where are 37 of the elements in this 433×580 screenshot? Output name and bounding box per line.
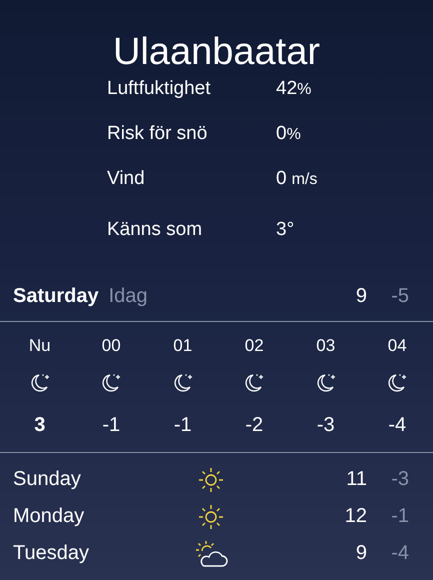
day-name: Saturday: [13, 285, 99, 308]
hour-label: 02: [244, 336, 264, 356]
hour-label: 04: [388, 336, 407, 356]
low-temperature: -1: [390, 505, 409, 528]
hour-label: 01: [173, 336, 192, 356]
sun-icon: [197, 466, 225, 494]
detail-label: Vind: [107, 167, 146, 191]
city-name: Ulaanbaatar: [112, 30, 322, 74]
detail-value: 42%: [276, 77, 312, 101]
low-temperature: -3: [390, 468, 409, 491]
hour-temperature: -1: [102, 414, 120, 437]
detail-label: Risk för snö: [107, 122, 208, 146]
sun-icon: [197, 502, 225, 530]
detail-value: 0%: [276, 122, 302, 146]
hour-label: 03: [316, 336, 336, 356]
hour-label: Nu: [28, 336, 51, 356]
low-temperature: -4: [390, 542, 409, 565]
detail-label: Känns som: [107, 218, 204, 242]
hour-temperature: -2: [245, 414, 264, 437]
high-temperature: 9: [354, 542, 367, 565]
detail-label: Luftfuktighet: [107, 77, 212, 101]
day-name: Monday: [13, 505, 86, 528]
hour-temperature: -1: [174, 414, 192, 437]
low-temperature: -5: [390, 285, 409, 308]
detail-value: 0 m/s: [276, 167, 318, 191]
hour-temperature: -4: [388, 414, 406, 437]
today-label: Idag: [108, 285, 148, 308]
detail-value: 3°: [276, 218, 296, 242]
high-temperature: 11: [345, 468, 367, 491]
sun-cloud-icon: [194, 540, 228, 568]
hour-temperature: 3: [34, 414, 46, 437]
day-name: Sunday: [13, 468, 82, 491]
high-temperature: 12: [344, 505, 367, 528]
high-temperature: 9: [354, 285, 367, 308]
hour-label: 00: [102, 336, 121, 356]
day-name: Tuesday: [13, 542, 90, 565]
hour-temperature: -3: [316, 414, 335, 437]
